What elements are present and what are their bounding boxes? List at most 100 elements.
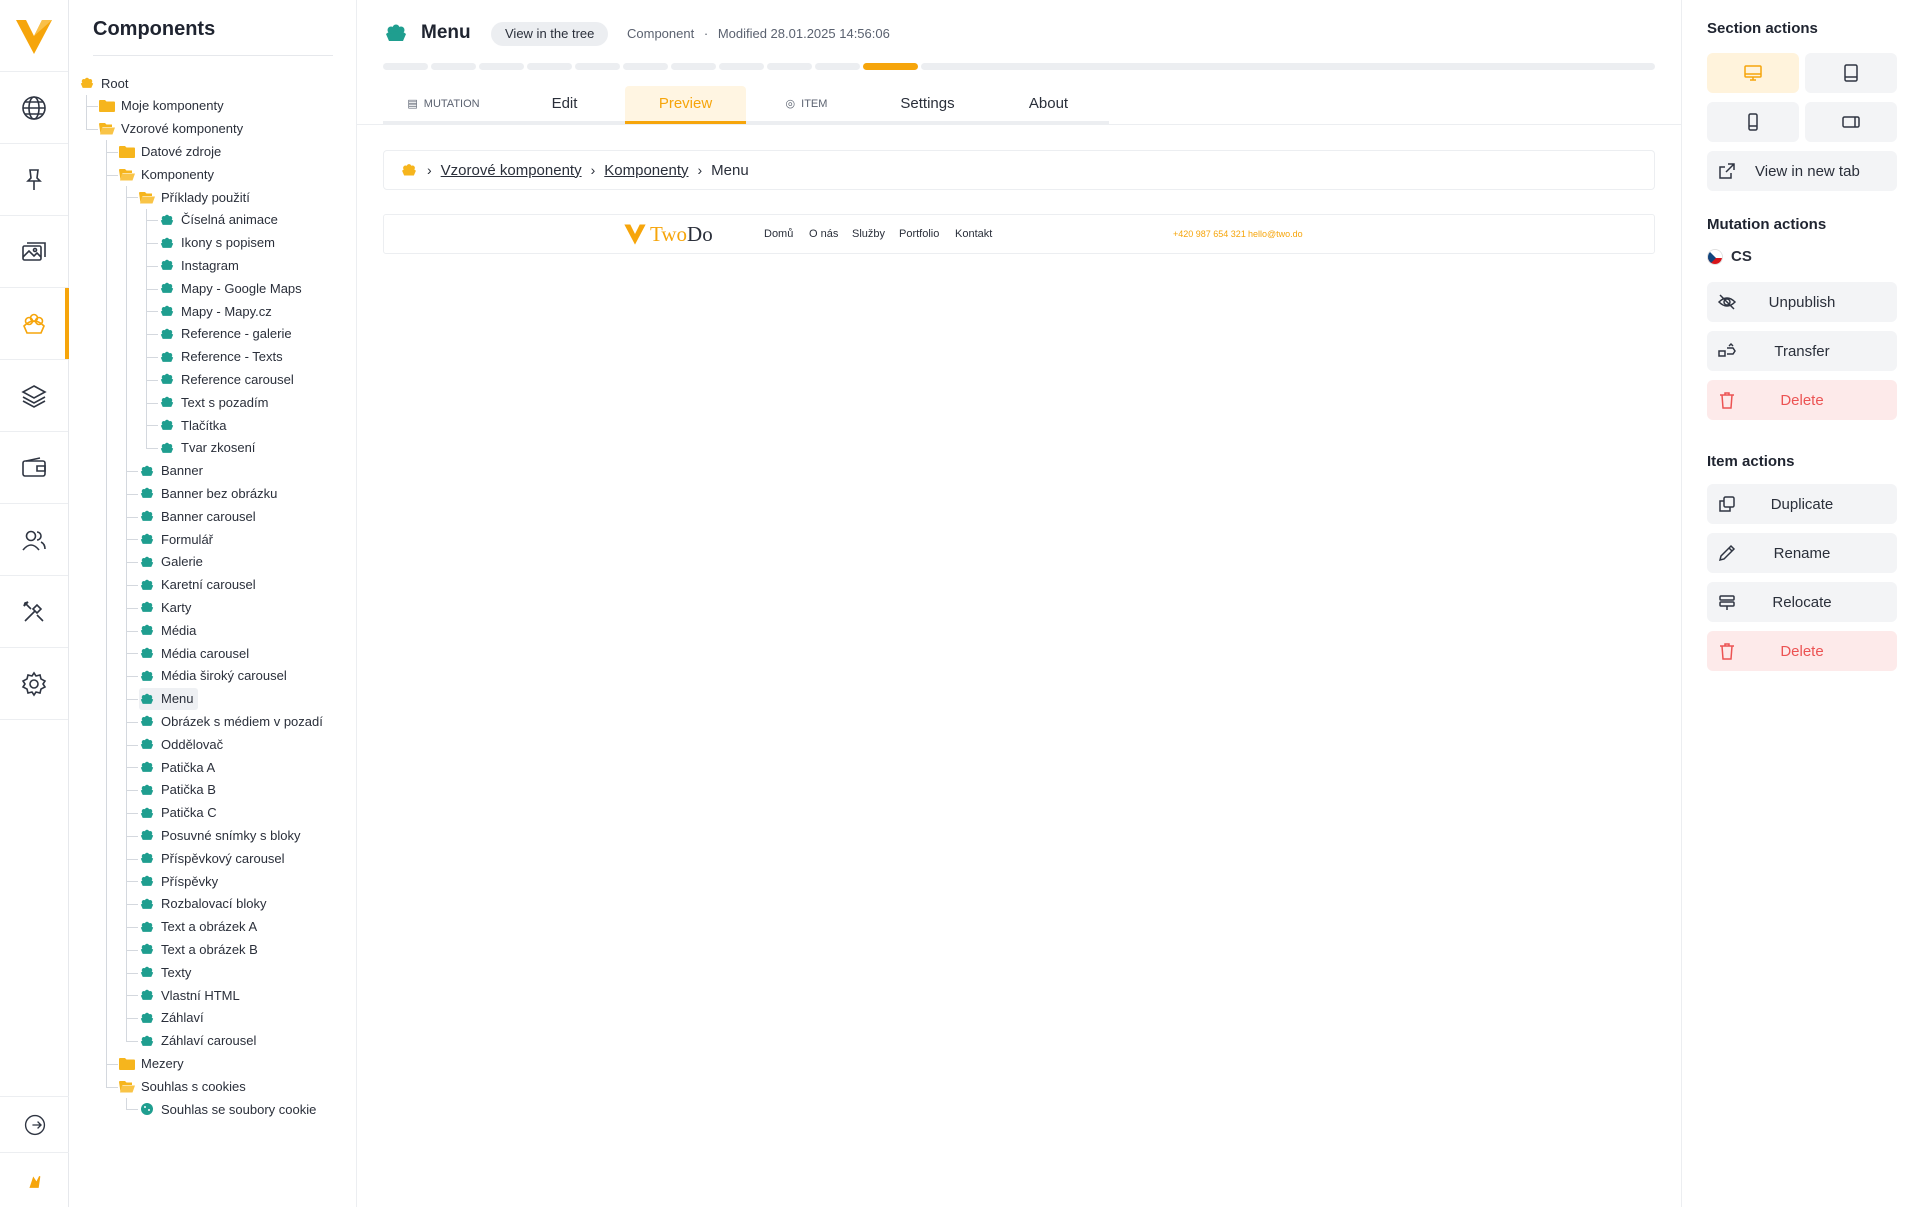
relocate-button[interactable]: Relocate <box>1707 582 1897 622</box>
tree-node[interactable]: Mezery <box>119 1052 184 1074</box>
tree-node[interactable]: Číselná animace <box>159 209 278 231</box>
tree-connector <box>126 949 138 951</box>
tree-node[interactable]: Banner <box>139 460 203 482</box>
tablet-view-button[interactable] <box>1805 53 1897 93</box>
nav-pin[interactable] <box>0 144 68 216</box>
tree-node[interactable]: Galerie <box>139 551 203 573</box>
component-root-icon[interactable] <box>400 162 418 178</box>
tab-settings[interactable]: Settings <box>867 86 988 124</box>
tree-node[interactable]: Média široký carousel <box>139 665 287 687</box>
tree-node[interactable]: Vzorové komponenty <box>99 118 243 140</box>
tree-node[interactable]: Menu <box>139 687 198 710</box>
duplicate-button[interactable]: Duplicate <box>1707 484 1897 524</box>
preview-nav-item[interactable]: Kontakt <box>955 228 992 240</box>
desktop-view-button[interactable] <box>1707 53 1799 93</box>
tree-node[interactable]: Reference - galerie <box>159 323 292 345</box>
tree-node[interactable]: Text s pozadím <box>159 391 268 413</box>
tree-node[interactable]: Patička C <box>139 802 217 824</box>
component-type: Component <box>627 26 695 41</box>
tree-node[interactable]: Reference - Texts <box>159 346 283 368</box>
preview-phone[interactable]: +420 987 654 321 <box>1173 229 1246 239</box>
component-icon <box>139 532 155 546</box>
tree-node[interactable]: Texty <box>139 961 191 983</box>
tree-node[interactable]: Vlastní HTML <box>139 984 240 1006</box>
mobile-view-button[interactable] <box>1707 102 1799 142</box>
unpublish-button[interactable]: Unpublish <box>1707 282 1897 322</box>
tree-node[interactable]: Ikony s popisem <box>159 232 275 254</box>
user-avatar-button[interactable] <box>0 1152 69 1207</box>
page-header: Menu View in the tree Component · Modifi… <box>357 0 1681 125</box>
preview-logo[interactable]: TwoDo <box>622 221 713 247</box>
tree-node[interactable]: Patička A <box>139 756 215 778</box>
tree-node[interactable]: Záhlaví carousel <box>139 1030 256 1052</box>
nav-globe[interactable] <box>0 72 68 144</box>
tree-node[interactable]: Reference carousel <box>159 368 294 390</box>
nav-images[interactable] <box>0 216 68 288</box>
tree-connector <box>126 653 138 655</box>
rename-button[interactable]: Rename <box>1707 533 1897 573</box>
tree-node[interactable]: Text a obrázek B <box>139 938 258 960</box>
nav-users[interactable] <box>0 504 68 576</box>
tab-edit[interactable]: Edit <box>504 86 625 124</box>
tree-node-label: Reference carousel <box>181 371 294 387</box>
tree-node[interactable]: Mapy - Mapy.cz <box>159 300 272 322</box>
tree-node[interactable]: Souhlas se soubory cookie <box>139 1098 316 1120</box>
tree-node[interactable]: Média carousel <box>139 642 249 664</box>
tree-node[interactable]: Instagram <box>159 254 239 276</box>
nav-tools[interactable] <box>0 576 68 648</box>
tree-node[interactable]: Tvar zkosení <box>159 437 255 459</box>
view-in-tree-button[interactable]: View in the tree <box>491 22 609 46</box>
nav-gear[interactable] <box>0 648 68 720</box>
tree-node[interactable]: Banner bez obrázku <box>139 482 277 504</box>
tree-node[interactable]: Root <box>79 72 128 94</box>
tab-about[interactable]: About <box>988 86 1109 124</box>
nav-components[interactable] <box>0 288 69 360</box>
delete-item-button[interactable]: Delete <box>1707 631 1897 671</box>
tree-node[interactable]: Karetní carousel <box>139 574 256 596</box>
preview-nav-item[interactable]: O nás <box>809 228 838 240</box>
tree-connector <box>126 858 138 860</box>
tab-label: MUTATION <box>423 97 480 110</box>
nav-wallet[interactable] <box>0 432 68 504</box>
tab-item[interactable]: ◎ ITEM <box>746 86 867 124</box>
cz-flag-icon <box>1707 248 1723 265</box>
delete-mutation-button[interactable]: Delete <box>1707 380 1897 420</box>
preview-email[interactable]: hello@two.do <box>1248 229 1303 239</box>
tree-node[interactable]: Média <box>139 619 196 641</box>
tree-node[interactable]: Příspěvky <box>139 870 218 892</box>
tree-node[interactable]: Patička B <box>139 779 216 801</box>
tree-node[interactable]: Oddělovač <box>139 733 223 755</box>
tree-node[interactable]: Banner carousel <box>139 505 256 527</box>
landscape-view-button[interactable] <box>1805 102 1897 142</box>
tab-mutation[interactable]: ▤ MUTATION <box>383 86 504 124</box>
transfer-button[interactable]: Transfer <box>1707 331 1897 371</box>
view-in-new-tab-button[interactable]: View in new tab <box>1707 151 1897 191</box>
tree-node[interactable]: Obrázek s médiem v pozadí <box>139 710 323 732</box>
breadcrumb-link[interactable]: Komponenty <box>604 162 688 179</box>
tree-node[interactable]: Posuvné snímky s bloky <box>139 824 300 846</box>
nav-layers[interactable] <box>0 360 68 432</box>
preview-nav-item[interactable]: Domů <box>764 228 793 240</box>
tree-node[interactable]: Moje komponenty <box>99 95 224 117</box>
tab-preview[interactable]: Preview <box>625 86 746 124</box>
preview-nav-item[interactable]: Služby <box>852 228 885 240</box>
breadcrumb-link[interactable]: Vzorové komponenty <box>441 162 582 179</box>
tree-node[interactable]: Rozbalovací bloky <box>139 893 267 915</box>
tree-node[interactable]: Text a obrázek A <box>139 916 257 938</box>
tree-node[interactable]: Příspěvkový carousel <box>139 847 285 869</box>
tree-node[interactable]: Souhlas s cookies <box>119 1075 246 1097</box>
tree-node[interactable]: Záhlaví <box>139 1007 204 1029</box>
preview-nav-item[interactable]: Portfolio <box>899 228 939 240</box>
progress-segment <box>815 63 860 70</box>
tree-node[interactable]: Karty <box>139 596 191 618</box>
tree-node[interactable]: Komponenty <box>119 163 214 185</box>
tab-label: Preview <box>658 95 713 112</box>
logout-button[interactable] <box>0 1096 69 1152</box>
app-logo[interactable] <box>0 0 68 72</box>
tree-node-label: Text a obrázek A <box>161 919 258 935</box>
tree-node[interactable]: Tlačítka <box>159 414 227 436</box>
tree-node[interactable]: Formulář <box>139 528 213 550</box>
tree-node[interactable]: Mapy - Google Maps <box>159 277 302 299</box>
tree-node[interactable]: Příklady použití <box>139 186 250 208</box>
tree-node[interactable]: Datové zdroje <box>119 140 221 162</box>
